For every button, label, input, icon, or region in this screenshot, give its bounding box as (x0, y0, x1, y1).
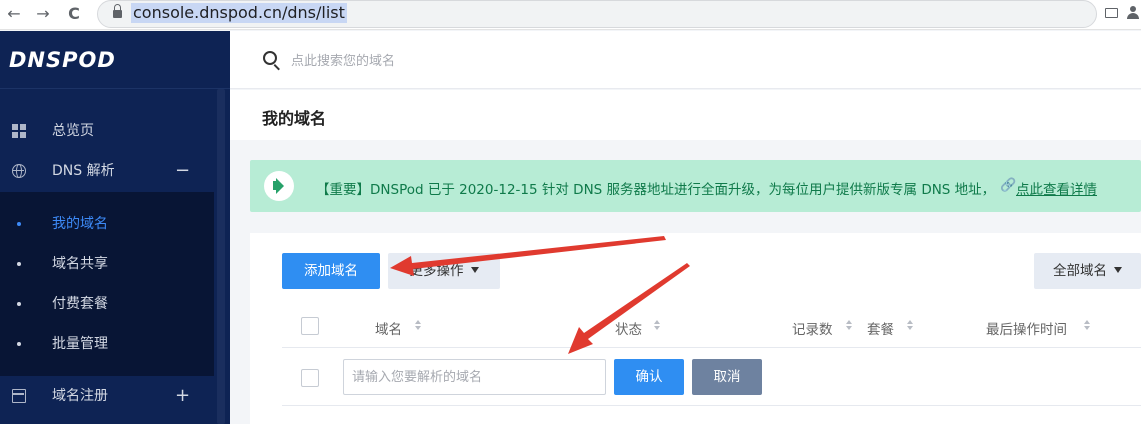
sort-icon[interactable] (846, 320, 854, 334)
link-icon: 🔗 (1000, 178, 1017, 193)
domain-list-card: 添加域名 更多操作 全部域名 域名 状态 记录数 套餐 最后操作时间 确认 取消 (250, 233, 1141, 424)
back-arrow-icon[interactable]: ← (4, 4, 24, 24)
domain-name-input[interactable] (343, 359, 606, 395)
sidebar-scrollbar[interactable] (217, 89, 225, 424)
sidebar-item-domain-sharing[interactable]: 域名共享 (0, 244, 214, 284)
search-input[interactable]: 点此搜索您的域名 (291, 50, 395, 69)
caret-down-icon (470, 267, 479, 273)
more-actions-button[interactable]: 更多操作 (388, 253, 500, 289)
search-icon[interactable] (263, 51, 281, 71)
domain-filter-label: 全部域名 (1053, 263, 1107, 279)
column-header-last-operation[interactable]: 最后操作时间 (986, 318, 1067, 338)
search-bar: 点此搜索您的域名 (230, 31, 1141, 89)
column-header-records[interactable]: 记录数 (792, 318, 833, 338)
sidebar-item-my-domains[interactable]: 我的域名 (0, 204, 214, 244)
forward-arrow-icon[interactable]: → (33, 4, 53, 24)
bullet-icon (17, 302, 21, 306)
sidebar-item-label: 批量管理 (52, 336, 108, 352)
add-domain-row: 确认 取消 (282, 349, 1141, 406)
select-all-checkbox[interactable] (301, 317, 319, 335)
confirm-button[interactable]: 确认 (614, 359, 684, 395)
row-checkbox[interactable] (301, 369, 319, 387)
sidebar-item-label: 总览页 (52, 123, 94, 139)
sidebar-item-label: 付费套餐 (52, 296, 108, 312)
more-actions-label: 更多操作 (409, 263, 464, 279)
cast-icon[interactable] (1105, 8, 1118, 18)
column-header-plan[interactable]: 套餐 (867, 318, 894, 338)
sort-icon[interactable] (1084, 320, 1092, 334)
sort-icon[interactable] (907, 320, 915, 334)
url-text[interactable]: console.dnspod.cn/dns/list (131, 3, 347, 23)
table-header: 域名 状态 记录数 套餐 最后操作时间 (282, 308, 1141, 348)
lock-icon (113, 4, 122, 18)
speaker-icon (264, 171, 294, 201)
sidebar-item-label: 我的域名 (52, 216, 108, 232)
sidebar-item-domain-registration[interactable]: 域名注册 + (0, 376, 214, 416)
collapse-icon[interactable]: − (175, 151, 190, 191)
sidebar-item-label: DNS 解析 (52, 163, 115, 179)
sidebar-divider (0, 88, 230, 89)
sidebar-item-paid-plans[interactable]: 付费套餐 (0, 284, 214, 324)
title-bar: 我的域名 (230, 90, 1141, 140)
sidebar-item-overview[interactable]: 总览页 (0, 111, 214, 151)
sidebar-item-dns[interactable]: DNS 解析 − (0, 151, 214, 191)
sidebar-item-batch-management[interactable]: 批量管理 (0, 324, 214, 364)
expand-icon[interactable]: + (175, 376, 190, 416)
globe-icon (12, 164, 26, 178)
bullet-icon (17, 262, 21, 266)
profile-icon[interactable] (1126, 6, 1140, 20)
dns-submenu: 我的域名 域名共享 付费套餐 批量管理 (0, 192, 214, 376)
bullet-icon (17, 342, 21, 346)
sort-icon[interactable] (654, 320, 662, 334)
sort-icon[interactable] (415, 320, 423, 334)
cancel-button[interactable]: 取消 (692, 359, 762, 395)
bullet-icon (17, 222, 21, 226)
column-header-domain[interactable]: 域名 (375, 318, 402, 338)
column-header-status[interactable]: 状态 (615, 318, 642, 338)
calendar-icon (12, 389, 26, 403)
grid-icon (12, 124, 26, 138)
notice-details-link[interactable]: 点此查看详情 (1016, 178, 1097, 198)
browser-toolbar: ← → C console.dnspod.cn/dns/list (0, 0, 1141, 30)
reload-icon[interactable]: C (64, 4, 84, 24)
caret-down-icon (1114, 267, 1122, 273)
notice-banner: 【重要】DNSPod 已于 2020-12-15 针对 DNS 服务器地址进行全… (250, 160, 1141, 212)
notice-text: 【重要】DNSPod 已于 2020-12-15 针对 DNS 服务器地址进行全… (316, 182, 996, 198)
domain-filter-dropdown[interactable]: 全部域名 (1034, 253, 1141, 289)
page-title: 我的域名 (262, 109, 327, 128)
dnspod-logo[interactable]: DNSPOD (9, 48, 116, 72)
sidebar-item-label: 域名共享 (52, 256, 108, 272)
add-domain-button[interactable]: 添加域名 (282, 253, 380, 289)
sidebar-item-label: 域名注册 (52, 388, 108, 404)
sidebar: DNSPOD 总览页 DNS 解析 − 我的域名 域名共享 付费套餐 批量管理 (0, 31, 230, 424)
